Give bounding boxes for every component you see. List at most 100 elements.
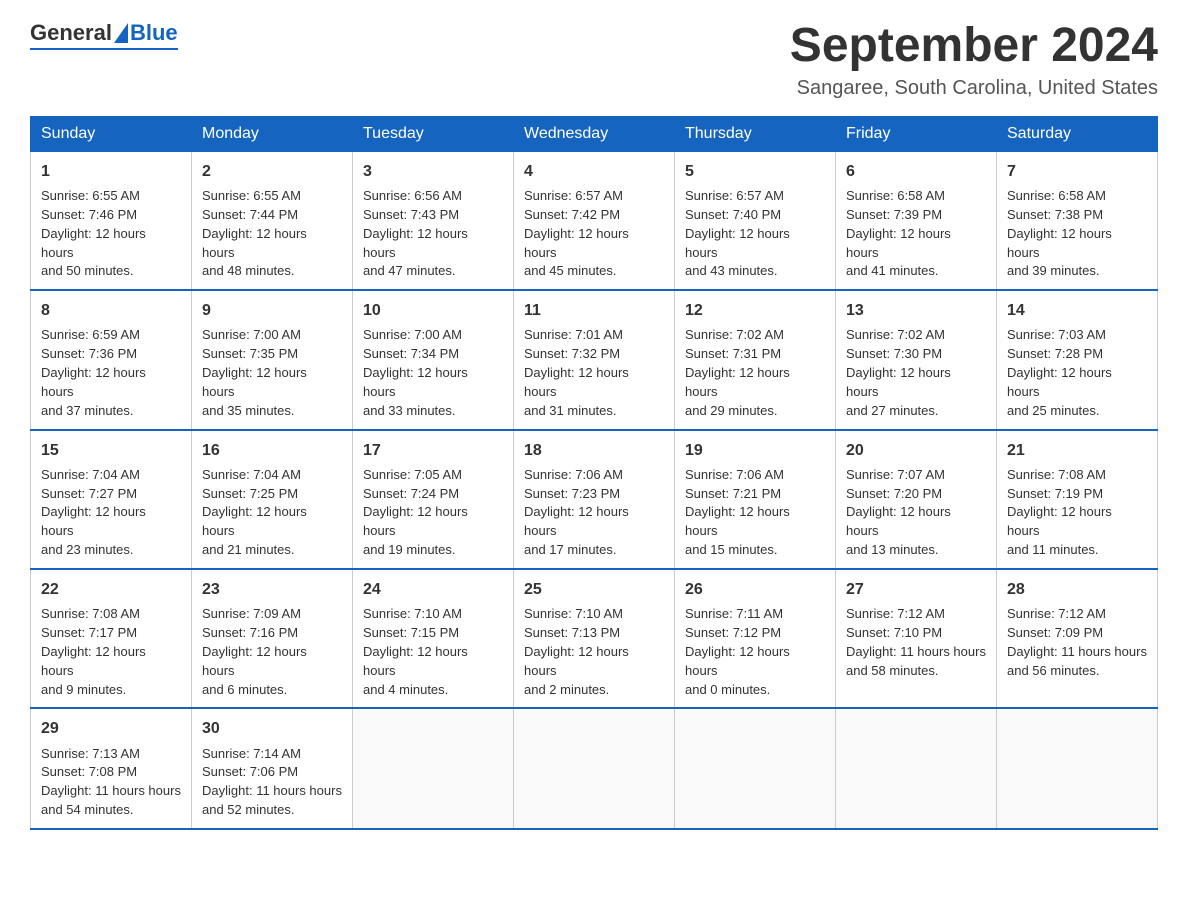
- logo-triangle-icon: [114, 23, 128, 43]
- sunrise-text: Sunrise: 7:06 AM: [685, 467, 784, 482]
- sunset-text: Sunset: 7:23 PM: [524, 486, 620, 501]
- day-number: 29: [41, 717, 181, 740]
- sunrise-text: Sunrise: 7:01 AM: [524, 327, 623, 342]
- day-number: 7: [1007, 160, 1147, 183]
- sunrise-text: Sunrise: 6:58 AM: [1007, 188, 1106, 203]
- table-row: 22 Sunrise: 7:08 AM Sunset: 7:17 PM Dayl…: [31, 569, 192, 708]
- calendar-header-row: Sunday Monday Tuesday Wednesday Thursday…: [31, 116, 1158, 151]
- sunset-text: Sunset: 7:10 PM: [846, 625, 942, 640]
- day-number: 2: [202, 160, 342, 183]
- sunrise-text: Sunrise: 7:02 AM: [846, 327, 945, 342]
- daylight-minutes-text: and 50 minutes.: [41, 263, 134, 278]
- sunset-text: Sunset: 7:32 PM: [524, 346, 620, 361]
- daylight-text: Daylight: 11 hours hours: [1007, 644, 1147, 659]
- table-row: 1 Sunrise: 6:55 AM Sunset: 7:46 PM Dayli…: [31, 151, 192, 290]
- col-wednesday: Wednesday: [514, 116, 675, 151]
- sunrise-text: Sunrise: 7:04 AM: [202, 467, 301, 482]
- daylight-text: Daylight: 12 hours hours: [363, 226, 468, 260]
- daylight-text: Daylight: 12 hours hours: [685, 504, 790, 538]
- table-row: 28 Sunrise: 7:12 AM Sunset: 7:09 PM Dayl…: [997, 569, 1158, 708]
- sunrise-text: Sunrise: 7:08 AM: [41, 606, 140, 621]
- table-row: 15 Sunrise: 7:04 AM Sunset: 7:27 PM Dayl…: [31, 430, 192, 569]
- table-row: 18 Sunrise: 7:06 AM Sunset: 7:23 PM Dayl…: [514, 430, 675, 569]
- sunset-text: Sunset: 7:21 PM: [685, 486, 781, 501]
- table-row: 29 Sunrise: 7:13 AM Sunset: 7:08 PM Dayl…: [31, 708, 192, 829]
- page-header: General Blue September 2024 Sangaree, So…: [30, 20, 1158, 100]
- day-number: 24: [363, 578, 503, 601]
- sunrise-text: Sunrise: 7:10 AM: [524, 606, 623, 621]
- day-number: 23: [202, 578, 342, 601]
- table-row: 7 Sunrise: 6:58 AM Sunset: 7:38 PM Dayli…: [997, 151, 1158, 290]
- table-row: 8 Sunrise: 6:59 AM Sunset: 7:36 PM Dayli…: [31, 290, 192, 429]
- table-row: 4 Sunrise: 6:57 AM Sunset: 7:42 PM Dayli…: [514, 151, 675, 290]
- day-number: 14: [1007, 299, 1147, 322]
- daylight-minutes-text: and 9 minutes.: [41, 682, 126, 697]
- sunset-text: Sunset: 7:20 PM: [846, 486, 942, 501]
- sunrise-text: Sunrise: 7:02 AM: [685, 327, 784, 342]
- sunset-text: Sunset: 7:09 PM: [1007, 625, 1103, 640]
- table-row: 27 Sunrise: 7:12 AM Sunset: 7:10 PM Dayl…: [836, 569, 997, 708]
- daylight-text: Daylight: 12 hours hours: [202, 365, 307, 399]
- daylight-text: Daylight: 12 hours hours: [846, 365, 951, 399]
- daylight-minutes-text: and 52 minutes.: [202, 802, 295, 817]
- col-friday: Friday: [836, 116, 997, 151]
- daylight-text: Daylight: 12 hours hours: [363, 504, 468, 538]
- day-number: 9: [202, 299, 342, 322]
- daylight-text: Daylight: 12 hours hours: [1007, 504, 1112, 538]
- daylight-text: Daylight: 11 hours hours: [41, 783, 181, 798]
- daylight-minutes-text: and 25 minutes.: [1007, 403, 1100, 418]
- daylight-text: Daylight: 12 hours hours: [685, 365, 790, 399]
- daylight-minutes-text: and 54 minutes.: [41, 802, 134, 817]
- sunrise-text: Sunrise: 6:59 AM: [41, 327, 140, 342]
- sunrise-text: Sunrise: 7:05 AM: [363, 467, 462, 482]
- calendar-week-row: 15 Sunrise: 7:04 AM Sunset: 7:27 PM Dayl…: [31, 430, 1158, 569]
- daylight-text: Daylight: 12 hours hours: [524, 644, 629, 678]
- sunset-text: Sunset: 7:08 PM: [41, 764, 137, 779]
- calendar-table: Sunday Monday Tuesday Wednesday Thursday…: [30, 116, 1158, 830]
- sunset-text: Sunset: 7:36 PM: [41, 346, 137, 361]
- daylight-text: Daylight: 12 hours hours: [41, 365, 146, 399]
- daylight-minutes-text: and 21 minutes.: [202, 542, 295, 557]
- daylight-text: Daylight: 12 hours hours: [846, 226, 951, 260]
- sunrise-text: Sunrise: 7:13 AM: [41, 746, 140, 761]
- table-row: [997, 708, 1158, 829]
- sunrise-text: Sunrise: 7:00 AM: [363, 327, 462, 342]
- table-row: 17 Sunrise: 7:05 AM Sunset: 7:24 PM Dayl…: [353, 430, 514, 569]
- daylight-minutes-text: and 19 minutes.: [363, 542, 456, 557]
- day-number: 13: [846, 299, 986, 322]
- table-row: 12 Sunrise: 7:02 AM Sunset: 7:31 PM Dayl…: [675, 290, 836, 429]
- daylight-minutes-text: and 2 minutes.: [524, 682, 609, 697]
- table-row: 13 Sunrise: 7:02 AM Sunset: 7:30 PM Dayl…: [836, 290, 997, 429]
- day-number: 1: [41, 160, 181, 183]
- calendar-week-row: 1 Sunrise: 6:55 AM Sunset: 7:46 PM Dayli…: [31, 151, 1158, 290]
- daylight-text: Daylight: 12 hours hours: [202, 504, 307, 538]
- daylight-minutes-text: and 17 minutes.: [524, 542, 617, 557]
- daylight-minutes-text: and 6 minutes.: [202, 682, 287, 697]
- day-number: 22: [41, 578, 181, 601]
- sunset-text: Sunset: 7:06 PM: [202, 764, 298, 779]
- day-number: 20: [846, 439, 986, 462]
- calendar-week-row: 22 Sunrise: 7:08 AM Sunset: 7:17 PM Dayl…: [31, 569, 1158, 708]
- sunset-text: Sunset: 7:39 PM: [846, 207, 942, 222]
- daylight-minutes-text: and 47 minutes.: [363, 263, 456, 278]
- sunset-text: Sunset: 7:24 PM: [363, 486, 459, 501]
- daylight-minutes-text: and 29 minutes.: [685, 403, 778, 418]
- sunrise-text: Sunrise: 6:58 AM: [846, 188, 945, 203]
- table-row: 24 Sunrise: 7:10 AM Sunset: 7:15 PM Dayl…: [353, 569, 514, 708]
- daylight-minutes-text: and 33 minutes.: [363, 403, 456, 418]
- daylight-text: Daylight: 12 hours hours: [846, 504, 951, 538]
- sunrise-text: Sunrise: 6:57 AM: [685, 188, 784, 203]
- daylight-text: Daylight: 12 hours hours: [41, 226, 146, 260]
- daylight-text: Daylight: 12 hours hours: [41, 644, 146, 678]
- daylight-minutes-text: and 27 minutes.: [846, 403, 939, 418]
- daylight-minutes-text: and 58 minutes.: [846, 663, 939, 678]
- day-number: 27: [846, 578, 986, 601]
- day-number: 5: [685, 160, 825, 183]
- sunrise-text: Sunrise: 7:10 AM: [363, 606, 462, 621]
- daylight-text: Daylight: 12 hours hours: [1007, 365, 1112, 399]
- day-number: 30: [202, 717, 342, 740]
- daylight-minutes-text: and 48 minutes.: [202, 263, 295, 278]
- sunset-text: Sunset: 7:34 PM: [363, 346, 459, 361]
- sunset-text: Sunset: 7:44 PM: [202, 207, 298, 222]
- daylight-minutes-text: and 35 minutes.: [202, 403, 295, 418]
